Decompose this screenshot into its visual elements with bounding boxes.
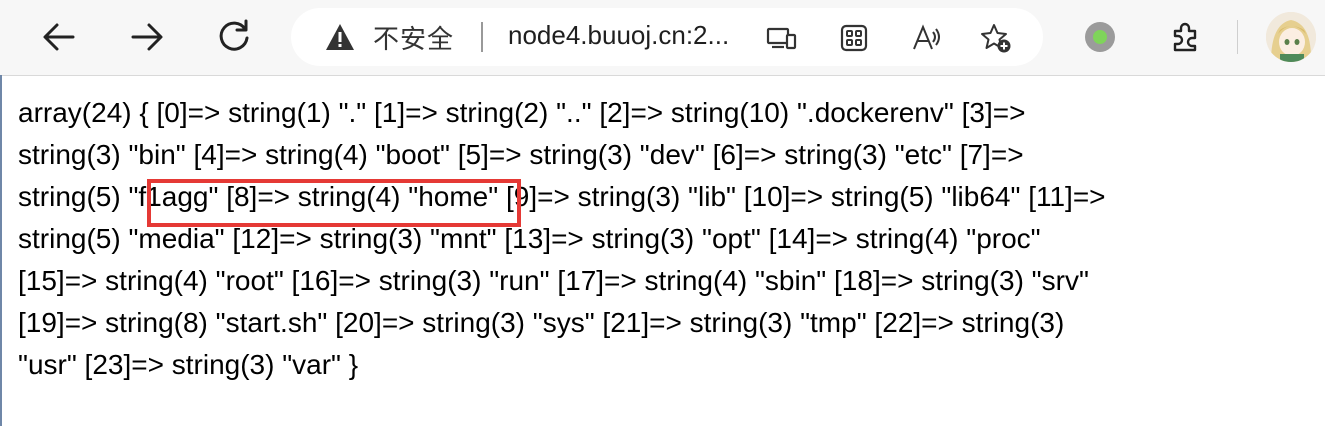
extensions-icon xyxy=(1173,22,1197,52)
forward-button[interactable] xyxy=(122,12,172,62)
back-button[interactable] xyxy=(34,12,84,62)
security-status[interactable]: 不安全 xyxy=(373,19,454,56)
toolbar-separator xyxy=(1237,20,1238,54)
output-line-2: string(3) "bin" [4]=> string(4) "boot" [… xyxy=(18,139,1024,170)
forward-icon xyxy=(131,23,163,51)
output-line-6: [19]=> string(8) "start.sh" [20]=> strin… xyxy=(18,307,1065,338)
address-divider xyxy=(481,22,483,52)
page-content: array(24) { [0]=> string(1) "." [1]=> st… xyxy=(18,92,1318,386)
browser-toolbar: 不安全 node4.buuoj.cn:2... xyxy=(0,0,1325,76)
refresh-icon xyxy=(219,19,249,51)
apps-icon[interactable] xyxy=(838,22,870,54)
window-edge xyxy=(0,75,2,426)
output-line-7: "usr" [23]=> string(3) "var" } xyxy=(18,349,359,380)
url-text[interactable]: node4.buuoj.cn:2... xyxy=(508,20,729,51)
extension-status-icon[interactable] xyxy=(1085,22,1115,52)
favorite-add-icon[interactable] xyxy=(980,22,1012,54)
device-icon[interactable] xyxy=(766,22,798,54)
avatar-image xyxy=(1266,12,1316,62)
profile-avatar[interactable] xyxy=(1266,12,1316,62)
refresh-button[interactable] xyxy=(209,12,259,62)
read-aloud-icon[interactable] xyxy=(911,22,943,54)
warning-icon[interactable] xyxy=(325,23,355,51)
red-highlight-box xyxy=(147,179,521,227)
address-bar[interactable]: 不安全 node4.buuoj.cn:2... xyxy=(291,8,1043,66)
extensions-button[interactable] xyxy=(1161,12,1211,62)
output-line-5: [15]=> string(4) "root" [16]=> string(3)… xyxy=(18,265,1089,296)
output-line-1: array(24) { [0]=> string(1) "." [1]=> st… xyxy=(18,97,1026,128)
back-icon xyxy=(43,23,75,51)
